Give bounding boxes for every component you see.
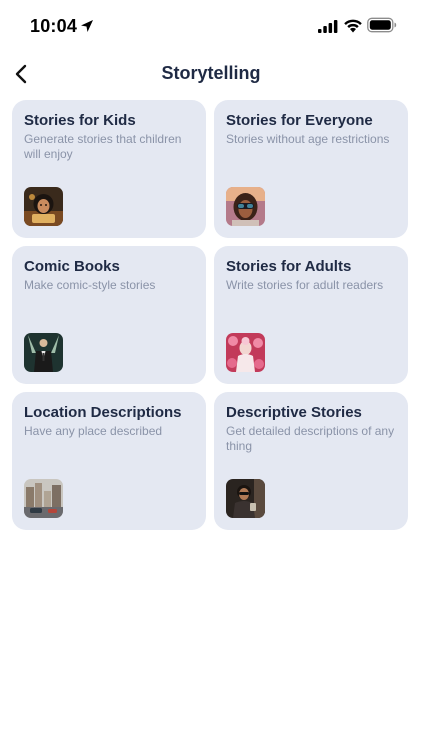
card-comic-books[interactable]: Comic Books Make comic-style stories	[12, 246, 206, 384]
card-title: Comic Books	[24, 258, 120, 275]
status-time: 10:04	[30, 16, 78, 36]
card-title: Stories for Everyone	[226, 112, 373, 129]
vr-headset-portrait-thumbnail-icon	[226, 187, 265, 226]
wifi-icon	[344, 19, 362, 33]
card-subtitle: Generate stories that children will enjo…	[24, 132, 182, 161]
card-stories-for-adults[interactable]: Stories for Adults Write stories for adu…	[214, 246, 408, 384]
person-portrait-thumbnail-icon	[226, 479, 265, 518]
card-subtitle: Get detailed descriptions of any thing	[226, 424, 395, 453]
location-arrow-icon	[81, 20, 93, 32]
card-subtitle: Make comic-style stories	[24, 278, 156, 292]
card-title: Stories for Adults	[226, 258, 352, 275]
kid-portrait-thumbnail-icon	[24, 187, 63, 226]
card-stories-for-everyone[interactable]: Stories for Everyone Stories without age…	[214, 100, 408, 238]
card-subtitle: Write stories for adult readers	[226, 278, 384, 292]
card-stories-for-kids[interactable]: Stories for Kids Generate stories that c…	[12, 100, 206, 238]
battery-icon	[367, 17, 397, 33]
cellular-signal-icon	[318, 20, 338, 33]
status-bar: 10:04	[0, 0, 422, 50]
card-location-descriptions[interactable]: Location Descriptions Have any place des…	[12, 392, 206, 530]
category-grid: Stories for Kids Generate stories that c…	[12, 100, 408, 530]
city-street-thumbnail-icon	[24, 479, 63, 518]
hero-figure-thumbnail-icon	[24, 333, 63, 372]
card-title: Stories for Kids	[24, 112, 136, 129]
card-title: Location Descriptions	[24, 404, 182, 421]
card-subtitle: Stories without age restrictions	[226, 132, 390, 146]
page-title: Storytelling	[161, 63, 261, 83]
card-title: Descriptive Stories	[226, 404, 362, 421]
pink-flower-portrait-thumbnail-icon	[226, 333, 265, 372]
navigation-bar: Storytelling	[0, 56, 422, 92]
card-subtitle: Have any place described	[24, 424, 163, 438]
card-descriptive-stories[interactable]: Descriptive Stories Get detailed descrip…	[214, 392, 408, 530]
